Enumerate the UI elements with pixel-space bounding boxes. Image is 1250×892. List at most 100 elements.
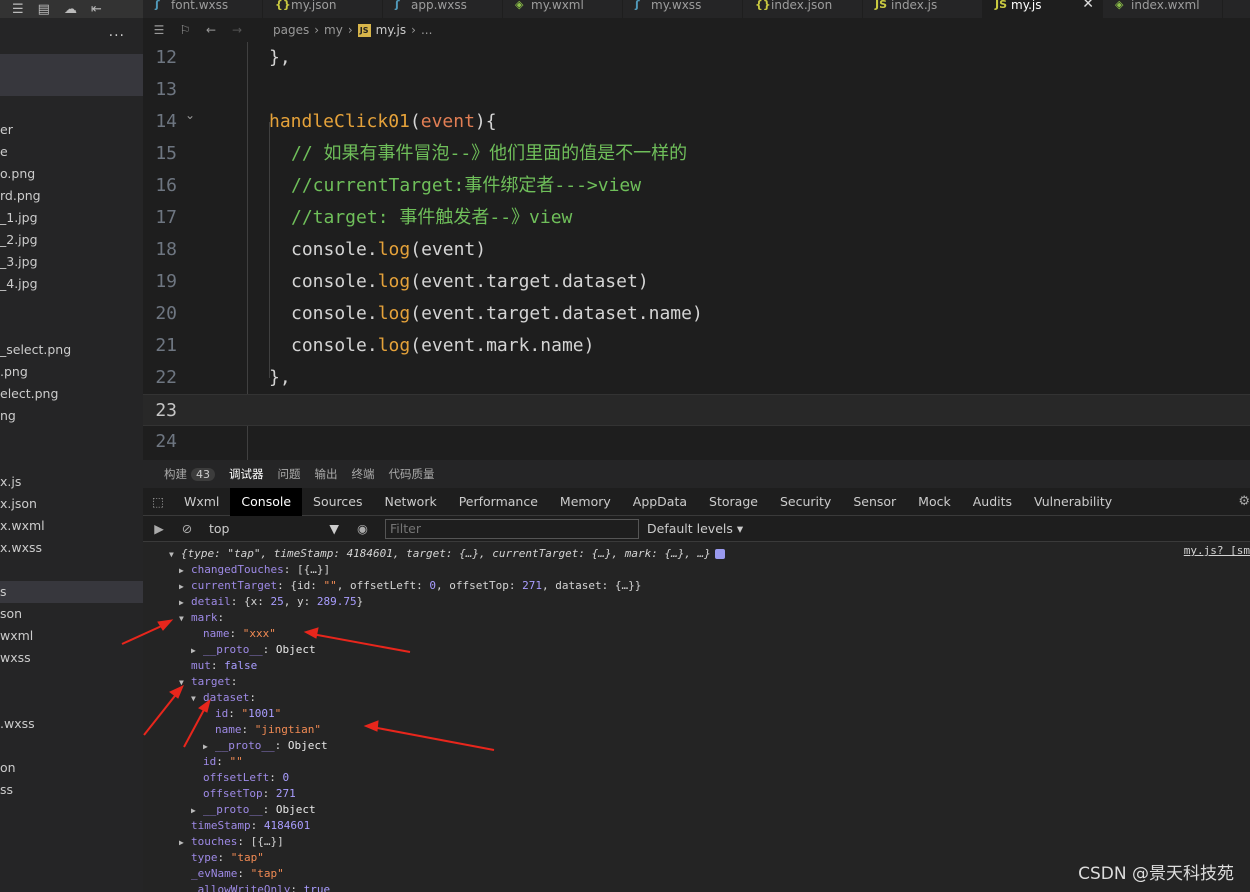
file-item[interactable]: x.wxss	[0, 538, 42, 558]
file-item[interactable]: o.png	[0, 164, 35, 184]
tab-memory[interactable]: Memory	[549, 488, 622, 516]
code-editor[interactable]: 12}, 13 14 handleClick01(event){15 // 如果有事件冒…	[143, 42, 1250, 460]
tab-debugger[interactable]: 调试器	[229, 466, 264, 482]
expand-triangle-icon[interactable]: ▶	[203, 739, 215, 755]
file-item[interactable]: _2.jpg	[0, 230, 38, 250]
inspect-element-icon[interactable]: ⬚	[143, 494, 173, 509]
tab-storage[interactable]: Storage	[698, 488, 769, 516]
collapse-triangle-icon[interactable]: ▼	[191, 691, 203, 707]
file-item[interactable]: elect.png	[0, 384, 58, 404]
console-property-row[interactable]: id: "1001"	[203, 706, 281, 722]
code-line[interactable]: 20 console.log(event.target.dataset.name)	[143, 298, 1250, 330]
collapse-triangle-icon[interactable]: ▼	[179, 611, 191, 627]
file-item[interactable]: .png	[0, 362, 28, 382]
console-property-row[interactable]: ▶ __proto__: Object	[191, 802, 316, 818]
file-item[interactable]: s	[0, 582, 7, 602]
tab-index-js[interactable]: JS index.js	[863, 0, 983, 18]
tab-my-json[interactable]: {} my.json	[263, 0, 383, 18]
breadcrumb-file[interactable]: my.js	[376, 23, 406, 37]
tab-output[interactable]: 输出	[315, 466, 338, 482]
code-line[interactable]: 16 //currentTarget:事件绑定者--->view	[143, 170, 1250, 202]
code-line[interactable]: 21 console.log(event.mark.name)	[143, 330, 1250, 362]
tab-font-wxss[interactable]: ʃ font.wxss	[143, 0, 263, 18]
console-property-row[interactable]: _evName: "tap"	[179, 866, 284, 882]
console-log-entry[interactable]: ▼ {type: "tap", timeStamp: 4184601, targe…	[169, 546, 725, 562]
file-item[interactable]: ng	[0, 406, 16, 426]
expand-triangle-icon[interactable]: ▶	[191, 803, 203, 819]
file-item[interactable]: on	[0, 758, 16, 778]
file-item[interactable]: _3.jpg	[0, 252, 38, 272]
console-property-row[interactable]: name: "jingtian"	[203, 722, 321, 738]
close-icon[interactable]: ✕	[1082, 0, 1094, 11]
file-item[interactable]: _select.png	[0, 340, 71, 360]
tab-audits[interactable]: Audits	[962, 488, 1023, 516]
code-line[interactable]: 17 //target: 事件触发者--》view	[143, 202, 1250, 234]
code-line[interactable]: 15 // 如果有事件冒泡--》他们里面的值是不一样的	[143, 138, 1250, 170]
console-property-row[interactable]: timeStamp: 4184601	[179, 818, 310, 834]
file-item[interactable]: wxml	[0, 626, 33, 646]
tab-my-wxss[interactable]: ʃ my.wxss	[623, 0, 743, 18]
console-property-row[interactable]: offsetLeft: 0	[191, 770, 289, 786]
file-item[interactable]: rd.png	[0, 186, 41, 206]
expand-triangle-icon[interactable]: ▶	[179, 835, 191, 851]
console-property-row[interactable]: _allowWriteOnly: true	[179, 882, 330, 892]
console-property-row[interactable]: ▼ mark:	[179, 610, 224, 626]
tab-mock[interactable]: Mock	[907, 488, 962, 516]
tab-build[interactable]: 构建 43	[164, 466, 215, 482]
file-item[interactable]: son	[0, 604, 22, 624]
fold-chevron-icon[interactable]: ⌄	[185, 108, 195, 122]
tab-problems[interactable]: 问题	[278, 466, 301, 482]
console-property-row[interactable]: ▶ currentTarget: {id: "", offsetLeft: 0, …	[179, 578, 641, 594]
file-item[interactable]: wxss	[0, 648, 31, 668]
code-line[interactable]: 19 console.log(event.target.dataset)	[143, 266, 1250, 298]
expand-triangle-icon[interactable]: ▶	[191, 643, 203, 659]
file-item[interactable]: e	[0, 142, 8, 162]
console-property-row[interactable]: name: "xxx"	[191, 626, 276, 642]
context-select[interactable]: top ▼	[209, 521, 339, 536]
tab-app-wxss[interactable]: ʃ app.wxss	[383, 0, 503, 18]
filter-input[interactable]	[385, 518, 639, 539]
collapse-triangle-icon[interactable]: ▼	[179, 675, 191, 691]
console-property-row[interactable]: ▶ touches: [{…}]	[179, 834, 284, 850]
tab-my-js[interactable]: JS my.js ✕	[983, 0, 1103, 18]
more-options-icon[interactable]: ...	[109, 24, 125, 40]
file-item[interactable]: er	[0, 120, 13, 140]
console-property-row[interactable]: id: ""	[191, 754, 243, 770]
tab-vulnerability[interactable]: Vulnerability	[1023, 488, 1123, 516]
list-icon[interactable]: ☰	[149, 23, 169, 37]
console-property-row[interactable]: ▼ target:	[179, 674, 237, 690]
console-output[interactable]: my.js? [sm ▼ {type: "tap", timeStamp: 418…	[143, 542, 1250, 892]
console-property-row[interactable]: ▶ __proto__: Object	[191, 642, 316, 658]
file-item[interactable]: x.wxml	[0, 516, 45, 536]
eye-icon[interactable]: ◉	[357, 521, 381, 536]
file-item[interactable]: _4.jpg	[0, 274, 38, 294]
tab-network[interactable]: Network	[374, 488, 448, 516]
forward-arrow-icon[interactable]: →	[227, 23, 247, 37]
tab-console[interactable]: Console	[230, 487, 303, 516]
collapse-triangle-icon[interactable]: ▼	[169, 547, 181, 563]
console-property-row[interactable]: ▶ __proto__: Object	[203, 738, 328, 754]
breadcrumb-pages[interactable]: pages	[273, 23, 309, 37]
tab-wxml[interactable]: Wxml	[173, 488, 230, 516]
tab-code-quality[interactable]: 代码质量	[389, 466, 435, 482]
file-item[interactable]: x.json	[0, 494, 37, 514]
tab-security[interactable]: Security	[769, 488, 842, 516]
console-property-row[interactable]: mut: false	[179, 658, 257, 674]
files-icon[interactable]: ☰	[12, 2, 24, 17]
tab-sources[interactable]: Sources	[302, 488, 373, 516]
tab-my-wxml[interactable]: ◈ my.wxml	[503, 0, 623, 18]
console-property-row[interactable]: ▶ changedTouches: [{…}]	[179, 562, 330, 578]
file-item[interactable]: _1.jpg	[0, 208, 38, 228]
save-icon[interactable]: ▤	[38, 2, 50, 17]
file-item[interactable]: x.js	[0, 472, 21, 492]
tab-performance[interactable]: Performance	[448, 488, 549, 516]
tab-index-wxml[interactable]: ◈ index.wxml	[1103, 0, 1223, 18]
code-line[interactable]: 13	[143, 74, 1250, 106]
code-line[interactable]: 24	[143, 426, 1250, 458]
cloud-icon[interactable]: ☁	[64, 2, 77, 17]
console-property-row[interactable]: offsetTop: 271	[191, 786, 296, 802]
source-link[interactable]: my.js? [sm	[1184, 544, 1250, 557]
breadcrumb-my[interactable]: my	[324, 23, 343, 37]
code-line[interactable]: 22},	[143, 362, 1250, 394]
tab-sensor[interactable]: Sensor	[842, 488, 907, 516]
